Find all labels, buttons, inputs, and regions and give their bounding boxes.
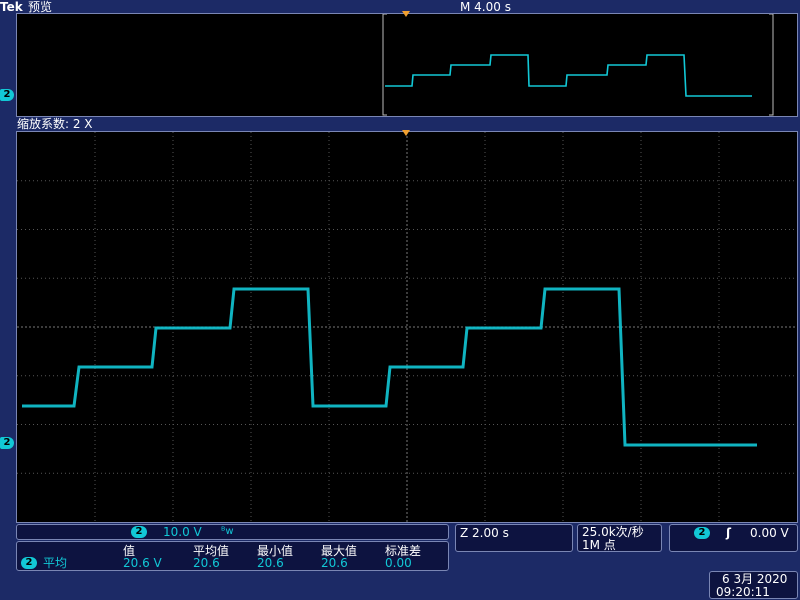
overview-channel-marker[interactable]: 2: [0, 89, 14, 101]
trigger-channel-badge: 2: [694, 527, 710, 539]
bandwidth-limit-icon: ᴮw: [221, 526, 234, 537]
value-mean: 20.6: [193, 556, 220, 570]
value-current: 20.6 V: [123, 556, 162, 570]
acquisition-mode: 预览: [28, 0, 53, 14]
channel-badge: 2: [131, 526, 147, 538]
main-trigger-marker: [402, 130, 410, 136]
zoom-bracket-left: [382, 14, 387, 116]
datetime-box: 6 3月 2020 09:20:11: [709, 571, 798, 599]
overview-panel[interactable]: [16, 13, 798, 117]
trigger-level: 0.00 V: [750, 526, 789, 540]
measurement-name: 平均: [43, 556, 68, 570]
channel-scale: 10.0 V: [163, 525, 202, 539]
overview-trace: [385, 54, 752, 97]
channel-scale-box[interactable]: 2 10.0 V ᴮw: [16, 524, 449, 540]
zoom-time: Z 2.00 s: [460, 526, 509, 540]
value-min: 20.6: [257, 556, 284, 570]
center-axes: [17, 132, 797, 522]
main-trace: [22, 287, 757, 447]
date: 6 3月 2020: [722, 572, 788, 586]
main-graticule[interactable]: [16, 131, 798, 523]
zoom-factor-label: 缩放系数: 2 X: [17, 117, 93, 131]
record-length: 1M 点: [582, 538, 616, 552]
time: 09:20:11: [716, 585, 770, 599]
trigger-slope-icon: ʃ: [726, 526, 731, 540]
main-channel-marker[interactable]: 2: [0, 437, 14, 449]
sample-rate: 25.0k次/秒: [582, 525, 644, 539]
main-waveform: [17, 132, 797, 522]
overview-trigger-marker: [402, 11, 410, 17]
value-stddev: 0.00: [385, 556, 412, 570]
timebase-readout: M 4.00 s: [460, 0, 511, 14]
zoom-bracket-right: [769, 14, 774, 116]
overview-waveform: [382, 14, 774, 116]
brand-logo: Tek: [0, 0, 23, 14]
measurement-channel-badge: 2: [21, 557, 37, 569]
sample-rate-box[interactable]: 25.0k次/秒 1M 点: [577, 524, 662, 552]
value-max: 20.6: [321, 556, 348, 570]
measurement-box[interactable]: 2 平均 值 平均值 最小值 最大值 标准差 20.6 V 20.6 20.6 …: [16, 541, 449, 571]
trigger-box[interactable]: 2 ʃ 0.00 V: [669, 524, 798, 552]
zoom-time-box[interactable]: Z 2.00 s: [455, 524, 573, 552]
